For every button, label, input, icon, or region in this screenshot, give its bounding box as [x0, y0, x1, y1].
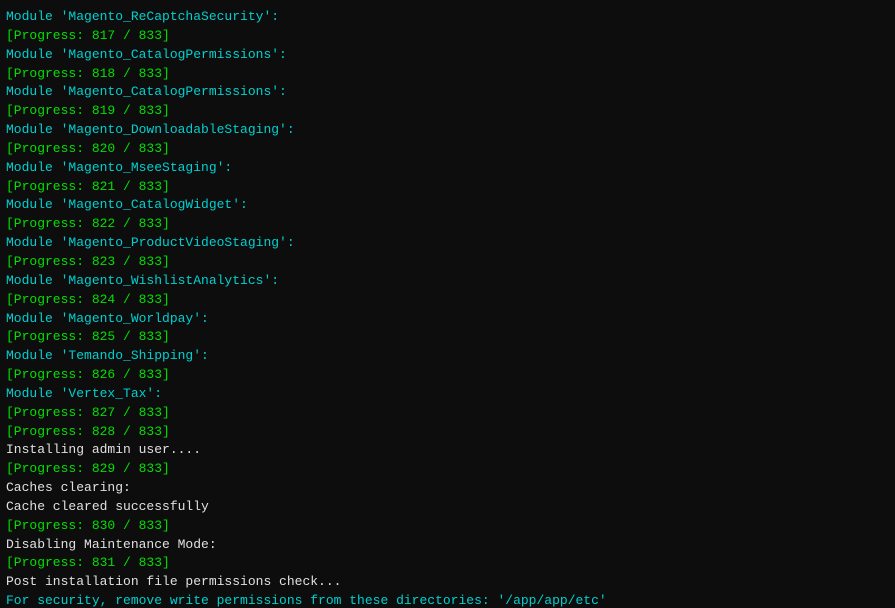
terminal-line: Module 'Magento_CatalogPermissions':	[6, 46, 889, 65]
terminal-line: Disabling Maintenance Mode:	[6, 536, 889, 555]
terminal-line: [Progress: 825 / 833]	[6, 328, 889, 347]
terminal-line: [Progress: 821 / 833]	[6, 178, 889, 197]
terminal-line: [Progress: 827 / 833]	[6, 404, 889, 423]
terminal-line: [Progress: 823 / 833]	[6, 253, 889, 272]
terminal-line: For security, remove write permissions f…	[6, 592, 889, 608]
terminal-line: [Progress: 829 / 833]	[6, 460, 889, 479]
terminal-line: [Progress: 817 / 833]	[6, 27, 889, 46]
terminal-line: [Progress: 818 / 833]	[6, 65, 889, 84]
terminal-line: Module 'Magento_DownloadableStaging':	[6, 121, 889, 140]
terminal: Module 'Magento_ReCaptchaSecurity':[Prog…	[0, 0, 895, 608]
terminal-line: [Progress: 820 / 833]	[6, 140, 889, 159]
terminal-line: Module 'Magento_CatalogPermissions':	[6, 83, 889, 102]
terminal-line: Cache cleared successfully	[6, 498, 889, 517]
terminal-line: Module 'Magento_CatalogWidget':	[6, 196, 889, 215]
terminal-line: [Progress: 831 / 833]	[6, 554, 889, 573]
terminal-line: Post installation file permissions check…	[6, 573, 889, 592]
terminal-line: [Progress: 826 / 833]	[6, 366, 889, 385]
terminal-line: Module 'Vertex_Tax':	[6, 385, 889, 404]
terminal-line: Module 'Magento_Worldpay':	[6, 310, 889, 329]
terminal-line: Module 'Temando_Shipping':	[6, 347, 889, 366]
terminal-line: Module 'Magento_WishlistAnalytics':	[6, 272, 889, 291]
terminal-line: [Progress: 822 / 833]	[6, 215, 889, 234]
terminal-line: [Progress: 824 / 833]	[6, 291, 889, 310]
terminal-line: Module 'Magento_MseeStaging':	[6, 159, 889, 178]
terminal-line: [Progress: 830 / 833]	[6, 517, 889, 536]
terminal-line: Installing admin user....	[6, 441, 889, 460]
terminal-line: [Progress: 828 / 833]	[6, 423, 889, 442]
terminal-line: Module 'Magento_ReCaptchaSecurity':	[6, 8, 889, 27]
terminal-line: Module 'Magento_ProductVideoStaging':	[6, 234, 889, 253]
terminal-line: [Progress: 819 / 833]	[6, 102, 889, 121]
terminal-line: Caches clearing:	[6, 479, 889, 498]
